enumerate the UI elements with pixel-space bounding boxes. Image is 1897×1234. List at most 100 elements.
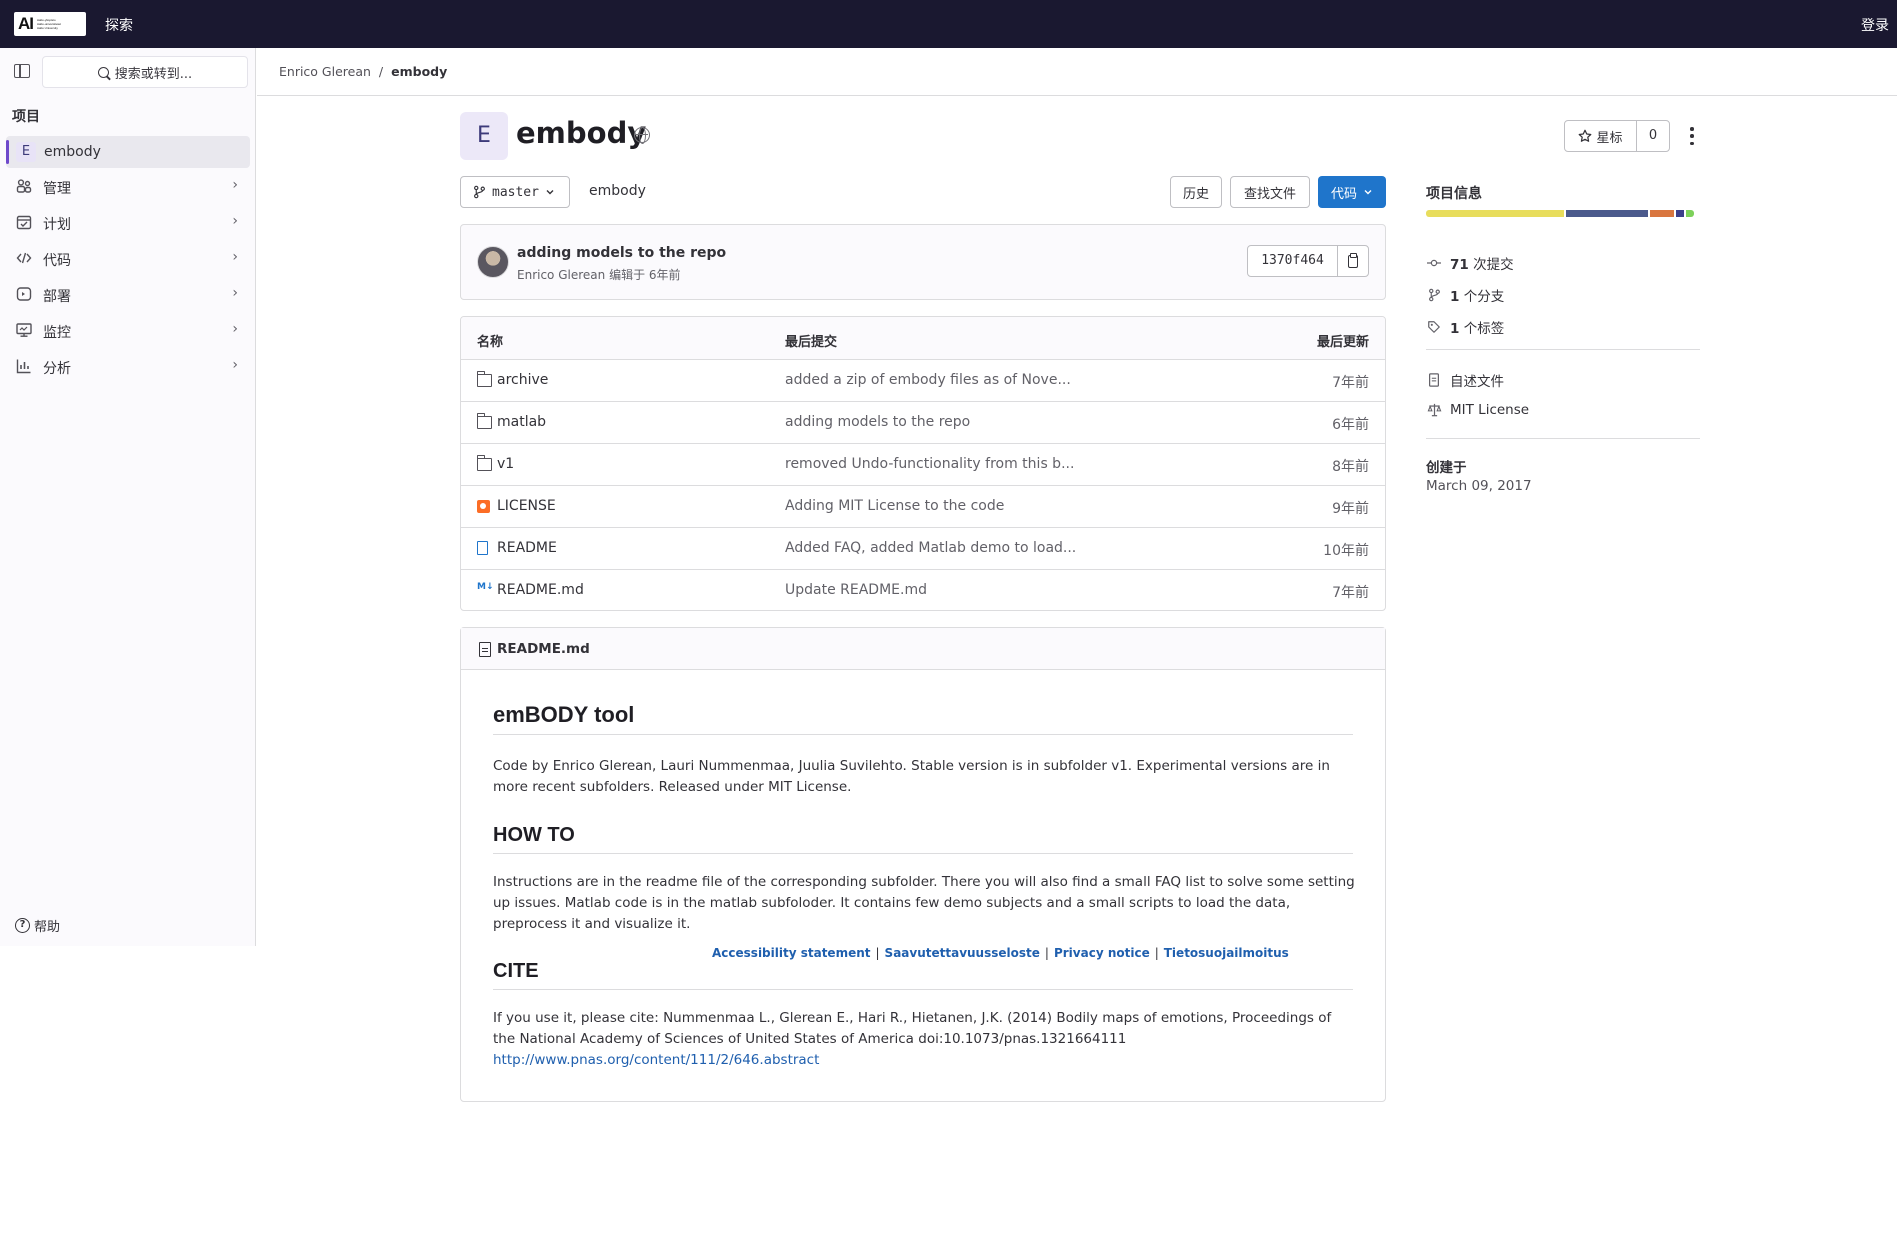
branches-link[interactable]: 1 个分支 (1426, 285, 1504, 305)
branch-selector[interactable]: master (460, 176, 570, 208)
logo-university-names: Aalto-yliopisto Aalto-universitetet Aalt… (37, 18, 62, 30)
chevron-right-icon: › (232, 357, 238, 373)
project-info-title: 项目信息 (1426, 186, 1482, 202)
explore-link[interactable]: 探索 (105, 15, 133, 35)
file-commit-message[interactable]: Update README.md (785, 582, 927, 598)
commit-sha[interactable]: 1370f464 (1248, 246, 1338, 276)
language-segment[interactable] (1686, 210, 1694, 217)
table-row[interactable]: archive added a zip of embody files as o… (461, 360, 1385, 402)
sidebar-item-code[interactable]: 代码 › (6, 242, 250, 274)
table-header: 名称 最后提交 最后更新 (461, 317, 1385, 360)
table-row[interactable]: v1 removed Undo-functionality from this … (461, 444, 1385, 486)
table-row[interactable]: matlab adding models to the repo 6年前 (461, 402, 1385, 444)
sidebar-toggle-icon[interactable] (14, 64, 30, 78)
file-name[interactable]: matlab (497, 414, 546, 430)
license-icon (477, 500, 490, 513)
star-button[interactable]: 星标 0 (1564, 120, 1670, 152)
file-name[interactable]: README.md (497, 582, 584, 598)
find-file-button[interactable]: 查找文件 (1230, 176, 1310, 208)
code-button-label: 代码 (1330, 186, 1357, 202)
login-link[interactable]: 登录 (1861, 15, 1889, 35)
breadcrumb-project[interactable]: embody (391, 64, 447, 79)
star-toggle[interactable]: 星标 (1565, 121, 1637, 151)
privacy-notice-link[interactable]: Privacy notice (1054, 946, 1150, 960)
copy-sha-button[interactable] (1338, 246, 1368, 276)
tags-link[interactable]: 1 个标签 (1426, 317, 1504, 337)
file-date: 7年前 (1332, 375, 1369, 391)
readme-filename[interactable]: README.md (497, 641, 590, 657)
file-commit-message[interactable]: Added FAQ, added Matlab demo to load... (785, 540, 1076, 556)
sidebar-item-label: 管理 (43, 181, 71, 197)
file-name[interactable]: LICENSE (497, 498, 556, 514)
readme-link-label: 自述文件 (1450, 374, 1504, 390)
star-count[interactable]: 0 (1637, 121, 1669, 151)
accessibility-statement-link[interactable]: Accessibility statement (712, 946, 871, 960)
avatar[interactable] (477, 246, 509, 278)
sidebar-item-manage[interactable]: 管理 › (6, 170, 250, 202)
file-date: 9年前 (1332, 501, 1369, 517)
breadcrumb-bar: Enrico Glerean / embody (257, 48, 1897, 96)
file-name[interactable]: v1 (497, 456, 514, 472)
sidebar-item-project[interactable]: E embody (6, 136, 250, 168)
branch-icon (474, 185, 485, 199)
table-row[interactable]: M↓ README.md Update README.md 7年前 (461, 570, 1385, 610)
help-button[interactable]: ? 帮助 (15, 916, 60, 935)
commit-message[interactable]: adding models to the repo (517, 245, 726, 261)
more-actions-icon[interactable] (1689, 124, 1695, 148)
search-input[interactable]: 搜索或转到... (42, 56, 248, 88)
star-icon (1579, 129, 1592, 142)
breadcrumb-owner[interactable]: Enrico Glerean (279, 64, 371, 79)
aalto-logo[interactable]: AI Aalto-yliopisto Aalto-universitetet A… (14, 12, 86, 36)
readme-heading-cite: CITE (493, 960, 1353, 990)
left-sidebar: 搜索或转到... 项目 E embody 管理 › 计划 › 代码 › 部署 › (0, 48, 256, 946)
breadcrumb: Enrico Glerean / embody (279, 64, 447, 79)
history-button[interactable]: 历史 (1170, 176, 1222, 208)
sidebar-item-label: 计划 (43, 217, 71, 233)
file-date: 6年前 (1332, 417, 1369, 433)
table-row[interactable]: README Added FAQ, added Matlab demo to l… (461, 528, 1385, 570)
tags-label: 个标签 (1463, 321, 1505, 337)
license-link-label: MIT License (1450, 402, 1530, 418)
citation-link[interactable]: http://www.pnas.org/content/111/2/646.ab… (493, 1052, 819, 1068)
commit-author[interactable]: Enrico Glerean (517, 268, 605, 282)
commit-sha-group: 1370f464 (1247, 245, 1369, 277)
sidebar-item-deploy[interactable]: 部署 › (6, 278, 250, 310)
license-link[interactable]: MIT License (1426, 402, 1529, 418)
language-segment[interactable] (1566, 210, 1648, 217)
file-commit-message[interactable]: Adding MIT License to the code (785, 498, 1004, 514)
readme-link[interactable]: 自述文件 (1426, 370, 1504, 390)
sidebar-item-plan[interactable]: 计划 › (6, 206, 250, 238)
code-dropdown-button[interactable]: 代码 (1318, 176, 1386, 208)
language-segment[interactable] (1650, 210, 1674, 217)
file-name[interactable]: README (497, 540, 557, 556)
saavutettavuusseloste-link[interactable]: Saavutettavuusseloste (885, 946, 1040, 960)
table-row[interactable]: LICENSE Adding MIT License to the code 9… (461, 486, 1385, 528)
sidebar-item-label: 分析 (43, 361, 71, 377)
tietosuojailmoitus-link[interactable]: Tietosuojailmoitus (1164, 946, 1289, 960)
branches-label: 个分支 (1463, 289, 1505, 305)
repo-path[interactable]: embody (589, 183, 646, 199)
file-commit-message[interactable]: adding models to the repo (785, 414, 970, 430)
file-name[interactable]: archive (497, 372, 548, 388)
sidebar-item-monitor[interactable]: 监控 › (6, 314, 250, 346)
page-title: embody (516, 116, 647, 150)
commits-link[interactable]: 71 次提交 (1426, 253, 1514, 273)
file-date: 10年前 (1323, 543, 1369, 559)
language-bar[interactable] (1426, 210, 1700, 217)
language-segment[interactable] (1426, 210, 1564, 217)
calendar-icon (16, 214, 32, 230)
language-segment[interactable] (1676, 210, 1684, 217)
branches-count: 1 (1450, 289, 1460, 305)
citation-text: If you use it, please cite: Nummenmaa L.… (493, 1010, 1332, 1047)
column-header-last-commit: 最后提交 (785, 335, 838, 350)
sidebar-item-analytics[interactable]: 分析 › (6, 350, 250, 382)
file-commit-message[interactable]: removed Undo-functionality from this b..… (785, 456, 1074, 472)
chevron-down-icon (1364, 190, 1372, 195)
top-navbar: AI Aalto-yliopisto Aalto-universitetet A… (0, 0, 1897, 48)
sidebar-item-label: 代码 (43, 253, 71, 269)
scale-icon (1426, 402, 1442, 418)
project-avatar: E (16, 142, 36, 162)
chevron-right-icon: › (232, 321, 238, 337)
chevron-right-icon: › (232, 177, 238, 193)
file-commit-message[interactable]: added a zip of embody files as of Nove..… (785, 372, 1071, 388)
